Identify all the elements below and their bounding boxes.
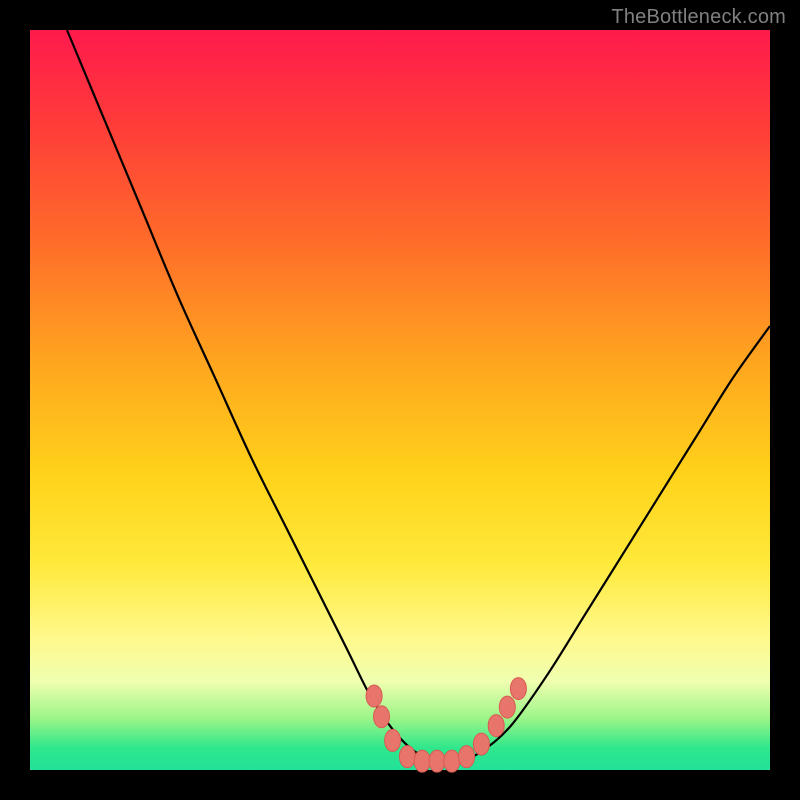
curve-marker bbox=[414, 750, 430, 772]
curve-marker bbox=[488, 715, 504, 737]
curve-path bbox=[67, 30, 770, 762]
curve-marker bbox=[473, 733, 489, 755]
curve-marker bbox=[385, 729, 401, 751]
curve-marker bbox=[429, 750, 445, 772]
plot-area bbox=[30, 30, 770, 770]
curve-marker bbox=[366, 685, 382, 707]
curve-marker bbox=[510, 678, 526, 700]
curve-marker bbox=[459, 746, 475, 768]
chart-frame: TheBottleneck.com bbox=[0, 0, 800, 800]
watermark-label: TheBottleneck.com bbox=[611, 6, 786, 29]
bottleneck-curve bbox=[30, 30, 770, 770]
curve-marker bbox=[499, 696, 515, 718]
curve-marker bbox=[399, 746, 415, 768]
curve-marker bbox=[374, 706, 390, 728]
curve-marker bbox=[444, 750, 460, 772]
